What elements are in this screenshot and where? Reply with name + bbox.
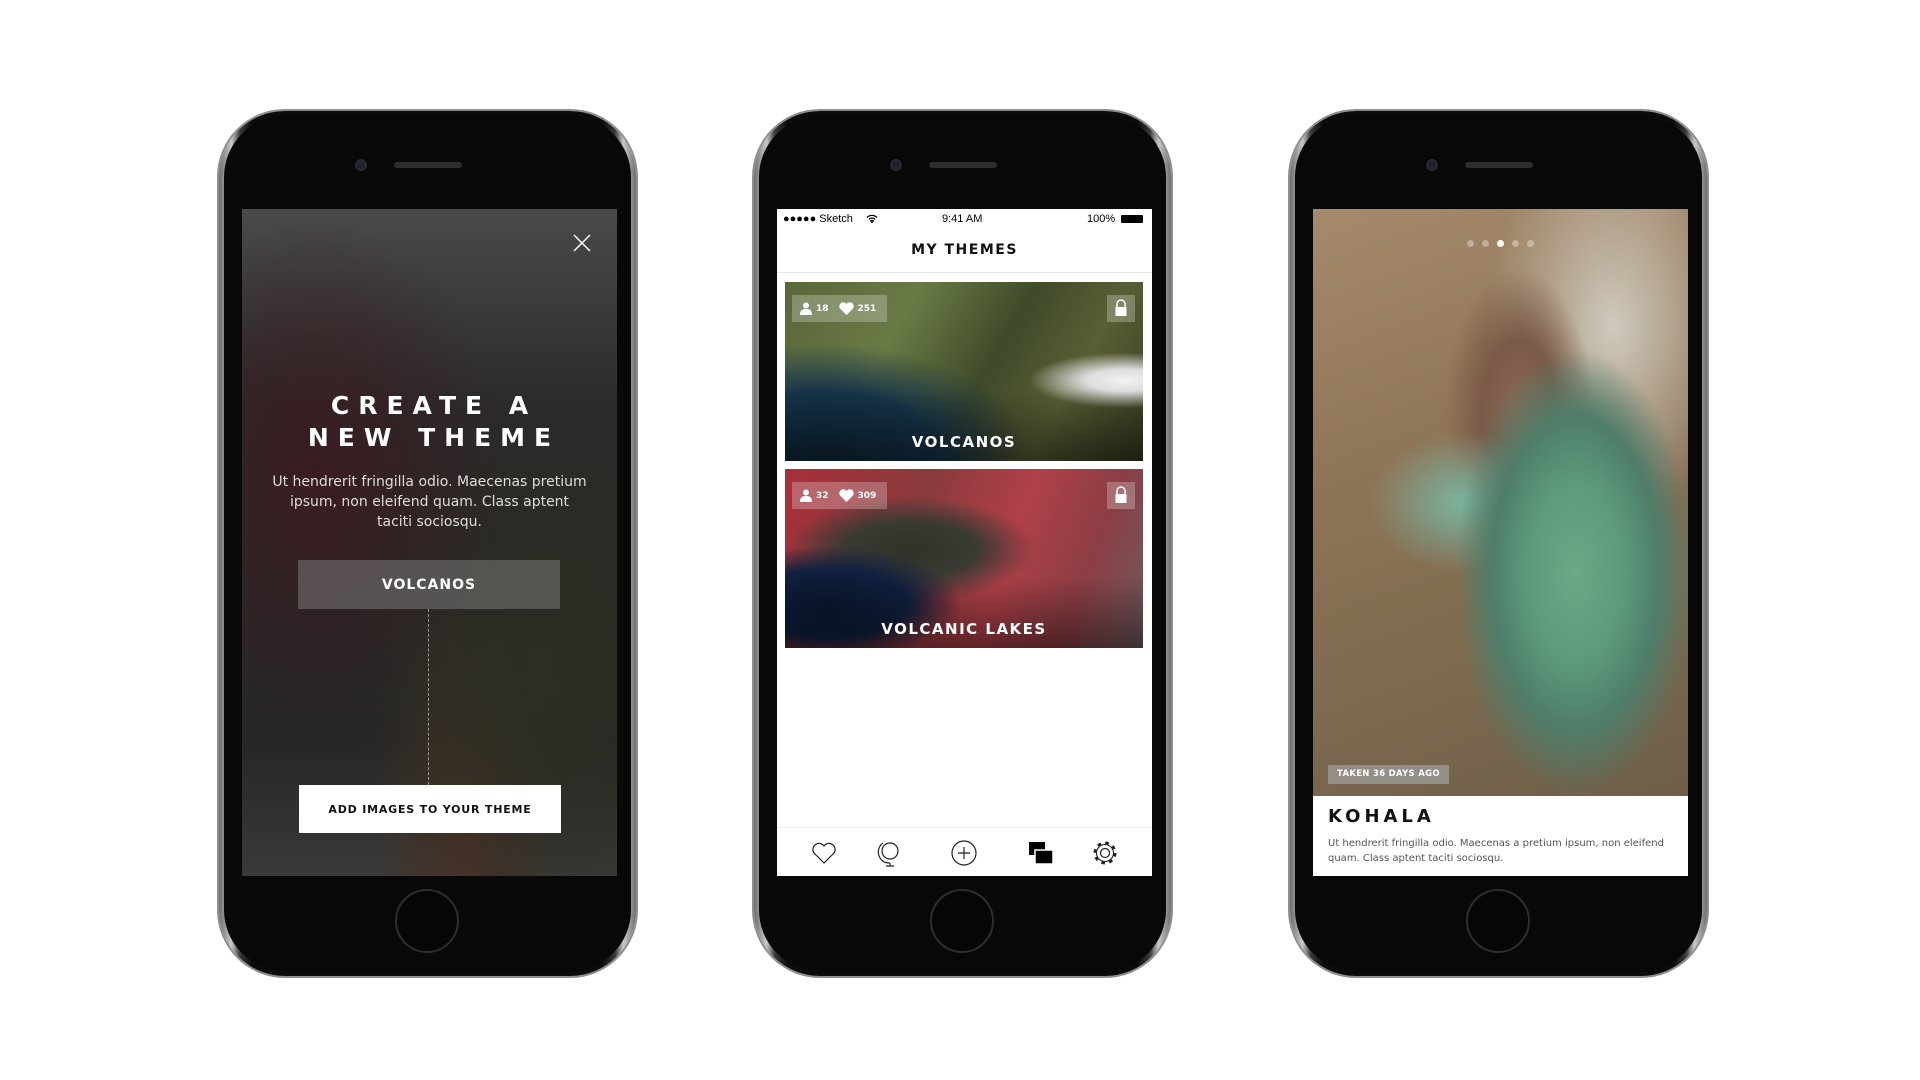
wifi-icon xyxy=(866,214,878,223)
page-dot[interactable] xyxy=(1512,240,1519,247)
lock-icon xyxy=(1115,486,1127,503)
card-title: VOLCANOS xyxy=(911,433,1017,451)
followers-count: 18 xyxy=(816,303,829,314)
speaker xyxy=(929,162,997,168)
lock-button[interactable] xyxy=(1107,482,1135,509)
create-theme-screen: CREATE A NEW THEME Ut hendrerit fringilla… xyxy=(242,209,617,876)
add-icon[interactable] xyxy=(949,838,979,868)
add-images-button[interactable]: ADD IMAGES TO YOUR THEME xyxy=(299,785,561,833)
theme-card[interactable]: 18 251 VOLCANOS xyxy=(785,282,1143,461)
heart-icon[interactable] xyxy=(809,838,839,868)
close-icon[interactable] xyxy=(572,233,592,253)
battery-icon xyxy=(1121,215,1143,223)
page-indicator xyxy=(1313,240,1688,247)
satellite-photo[interactable] xyxy=(1313,209,1688,796)
stats-badge: 18 251 xyxy=(792,295,887,322)
heart-icon xyxy=(838,489,854,502)
camera xyxy=(1426,159,1438,171)
carrier: ●●●●● Sketch xyxy=(783,213,853,225)
card-title: VOLCANIC LAKES xyxy=(881,620,1047,638)
page-dot[interactable] xyxy=(1527,240,1534,247)
page-dot-active[interactable] xyxy=(1497,240,1504,247)
theme-name-button[interactable]: VOLCANOS xyxy=(298,560,560,609)
phone-create-theme: CREATE A NEW THEME Ut hendrerit fringilla… xyxy=(219,111,636,976)
globe-icon[interactable] xyxy=(874,838,904,868)
camera xyxy=(355,159,367,171)
home-button[interactable] xyxy=(930,889,994,953)
photo-detail-screen: TAKEN 36 DAYS AGO KOHALA Ut hendrerit fr… xyxy=(1313,209,1688,876)
home-button[interactable] xyxy=(395,889,459,953)
settings-icon[interactable] xyxy=(1090,838,1120,868)
tab-bar xyxy=(777,827,1152,876)
lock-icon xyxy=(1115,299,1127,316)
phone-my-themes: ●●●●● Sketch 9:41 AM 100% MY THEMES 18 2… xyxy=(754,111,1171,976)
user-icon xyxy=(800,302,812,315)
clock: 9:41 AM xyxy=(942,213,983,225)
theme-card[interactable]: 32 309 VOLCANIC LAKES xyxy=(785,469,1143,648)
heart-icon xyxy=(838,302,854,315)
page-title: MY THEMES xyxy=(777,229,1152,273)
speaker xyxy=(394,162,462,168)
dashed-connector xyxy=(428,609,429,785)
photo-description: Ut hendrerit fringilla odio. Maecenas a … xyxy=(1328,838,1664,864)
user-icon xyxy=(800,489,812,502)
page-title: CREATE A NEW THEME xyxy=(307,391,561,452)
likes-count: 309 xyxy=(857,490,877,501)
blurred-background xyxy=(242,209,617,876)
likes-count: 251 xyxy=(857,303,877,314)
page-dot[interactable] xyxy=(1467,240,1474,247)
description: Ut hendrerit fringilla odio. Maecenas pr… xyxy=(272,474,587,530)
my-themes-screen: ●●●●● Sketch 9:41 AM 100% MY THEMES 18 2… xyxy=(777,209,1152,876)
lock-button[interactable] xyxy=(1107,295,1135,322)
photo-title: KOHALA xyxy=(1328,806,1435,827)
speaker xyxy=(1465,162,1533,168)
page-dot[interactable] xyxy=(1482,240,1489,247)
home-button[interactable] xyxy=(1466,889,1530,953)
stats-badge: 32 309 xyxy=(792,482,887,509)
themes-icon[interactable] xyxy=(1026,838,1056,868)
taken-badge: TAKEN 36 DAYS AGO xyxy=(1328,765,1449,784)
followers-count: 32 xyxy=(816,490,829,501)
phone-photo-detail: TAKEN 36 DAYS AGO KOHALA Ut hendrerit fr… xyxy=(1290,111,1707,976)
camera xyxy=(890,159,902,171)
status-bar: ●●●●● Sketch 9:41 AM 100% xyxy=(777,209,1152,229)
battery-percent: 100% xyxy=(1087,213,1116,225)
